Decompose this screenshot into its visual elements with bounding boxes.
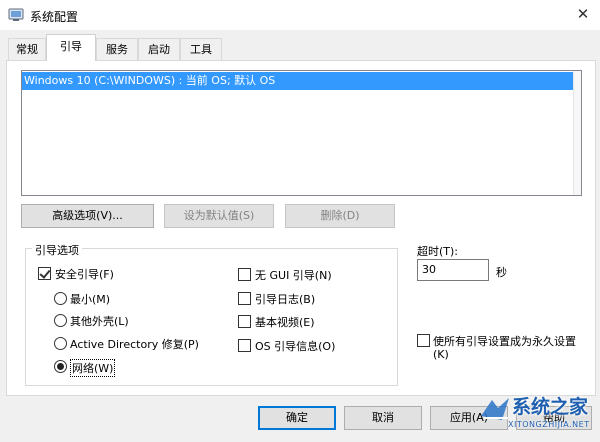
set-default-button[interactable]: 设为默认值(S) xyxy=(164,204,274,228)
watermark-url: XITONGZHIJIA.NET xyxy=(508,420,590,429)
no-gui-boot-checkbox[interactable] xyxy=(238,268,251,281)
tab-boot[interactable]: 引导 xyxy=(46,34,96,61)
advanced-options-button[interactable]: 高级选项(V)... xyxy=(21,204,154,228)
boot-log-label: 引导日志(B) xyxy=(255,293,316,306)
os-boot-info-checkbox[interactable] xyxy=(238,339,251,352)
close-icon: ✕ xyxy=(576,5,590,23)
safe-boot-checkbox[interactable] xyxy=(38,267,51,280)
timeout-unit: 秒 xyxy=(496,266,507,279)
base-video-checkbox[interactable] xyxy=(238,315,251,328)
boot-log-checkbox[interactable] xyxy=(238,292,251,305)
timeout-input[interactable]: 30 xyxy=(417,259,489,281)
no-gui-boot-label: 无 GUI 引导(N) xyxy=(255,269,332,282)
radio-minimal-label: 最小(M) xyxy=(70,293,111,306)
title-bar xyxy=(0,0,600,30)
close-button[interactable]: ✕ xyxy=(568,2,598,26)
list-scrollbar[interactable] xyxy=(573,71,581,195)
radio-ad-repair[interactable] xyxy=(54,337,67,350)
system-config-icon xyxy=(8,7,24,23)
tab-tools[interactable]: 工具 xyxy=(180,38,222,60)
tab-services[interactable]: 服务 xyxy=(96,38,138,60)
tab-startup[interactable]: 启动 xyxy=(138,38,180,60)
window-title: 系统配置 xyxy=(30,10,79,24)
radio-alternate-shell[interactable] xyxy=(54,314,67,327)
radio-alternate-shell-label: 其他外壳(L) xyxy=(70,315,129,328)
cancel-button[interactable]: 取消 xyxy=(344,406,422,430)
radio-minimal[interactable] xyxy=(54,292,67,305)
radio-ad-repair-label: Active Directory 修复(P) xyxy=(70,338,199,351)
make-permanent-accel: (K) xyxy=(433,348,449,361)
radio-network[interactable] xyxy=(54,360,67,373)
boot-options-title: 引导选项 xyxy=(32,242,82,258)
watermark-text: 系统之家 xyxy=(512,396,589,418)
ok-button[interactable]: 确定 xyxy=(258,406,336,430)
os-boot-info-label: OS 引导信息(O) xyxy=(255,340,336,353)
boot-os-entry[interactable]: Windows 10 (C:\WINDOWS) : 当前 OS; 默认 OS xyxy=(22,72,573,90)
radio-network-label: 网络(W) xyxy=(70,359,116,377)
tab-general[interactable]: 常规 xyxy=(8,38,46,60)
site-watermark: 系统之家 XITONGZHIJIA.NET xyxy=(478,392,600,436)
make-permanent-label: 使所有引导设置成为永久设置 xyxy=(433,335,576,348)
timeout-label: 超时(T): xyxy=(417,245,459,258)
make-permanent-checkbox[interactable] xyxy=(417,334,430,347)
base-video-label: 基本视频(E) xyxy=(255,316,315,329)
watermark-logo-icon xyxy=(481,398,509,420)
safe-boot-label: 安全引导(F) xyxy=(55,268,114,281)
delete-button[interactable]: 删除(D) xyxy=(285,204,395,228)
